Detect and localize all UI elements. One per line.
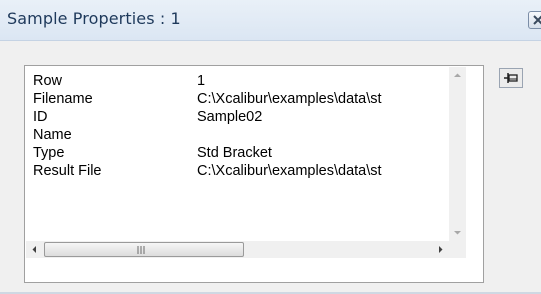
property-name: Filename <box>33 91 93 107</box>
property-row: Filename C:\Xcalibur\examples\data\st <box>33 90 445 108</box>
window-title: Sample Properties : 1 <box>7 9 181 28</box>
property-name: Type <box>33 145 65 161</box>
property-name: Row <box>33 73 63 89</box>
property-row: Name <box>33 126 445 144</box>
pin-button[interactable] <box>499 68 523 88</box>
scroll-left-button[interactable] <box>26 241 43 258</box>
scroll-up-button[interactable] <box>449 67 466 84</box>
grip-icon <box>137 246 145 254</box>
horizontal-scroll-thumb[interactable] <box>44 242 244 257</box>
close-button[interactable] <box>528 11 541 29</box>
property-name: Result File <box>33 163 102 179</box>
scrollbar-corner <box>449 241 466 258</box>
property-value: C:\Xcalibur\examples\data\st <box>197 91 382 107</box>
scroll-right-button[interactable] <box>432 241 449 258</box>
property-row: Row 1 <box>33 72 445 90</box>
arrow-down-icon <box>454 231 461 235</box>
pin-icon <box>504 73 518 83</box>
close-icon <box>533 15 541 25</box>
property-name: ID <box>33 109 48 125</box>
arrow-left-icon <box>32 246 36 253</box>
property-name: Name <box>33 127 72 143</box>
vertical-scrollbar[interactable] <box>449 67 466 241</box>
arrow-right-icon <box>439 246 443 253</box>
property-value: Sample02 <box>197 109 263 125</box>
arrow-up-icon <box>454 73 461 77</box>
property-value: 1 <box>197 73 206 89</box>
property-row: Type Std Bracket <box>33 144 445 162</box>
property-row: Result File C:\Xcalibur\examples\data\st <box>33 162 445 180</box>
properties-list[interactable]: Row 1 Filename C:\Xcalibur\examples\data… <box>24 65 484 283</box>
dialog-body: Row 1 Filename C:\Xcalibur\examples\data… <box>0 41 541 294</box>
scroll-down-button[interactable] <box>449 224 466 241</box>
property-value: Std Bracket <box>197 145 272 161</box>
title-bar[interactable]: Sample Properties : 1 <box>0 0 541 41</box>
horizontal-scrollbar[interactable] <box>26 241 449 258</box>
property-row: ID Sample02 <box>33 108 445 126</box>
property-value: C:\Xcalibur\examples\data\st <box>197 163 382 179</box>
